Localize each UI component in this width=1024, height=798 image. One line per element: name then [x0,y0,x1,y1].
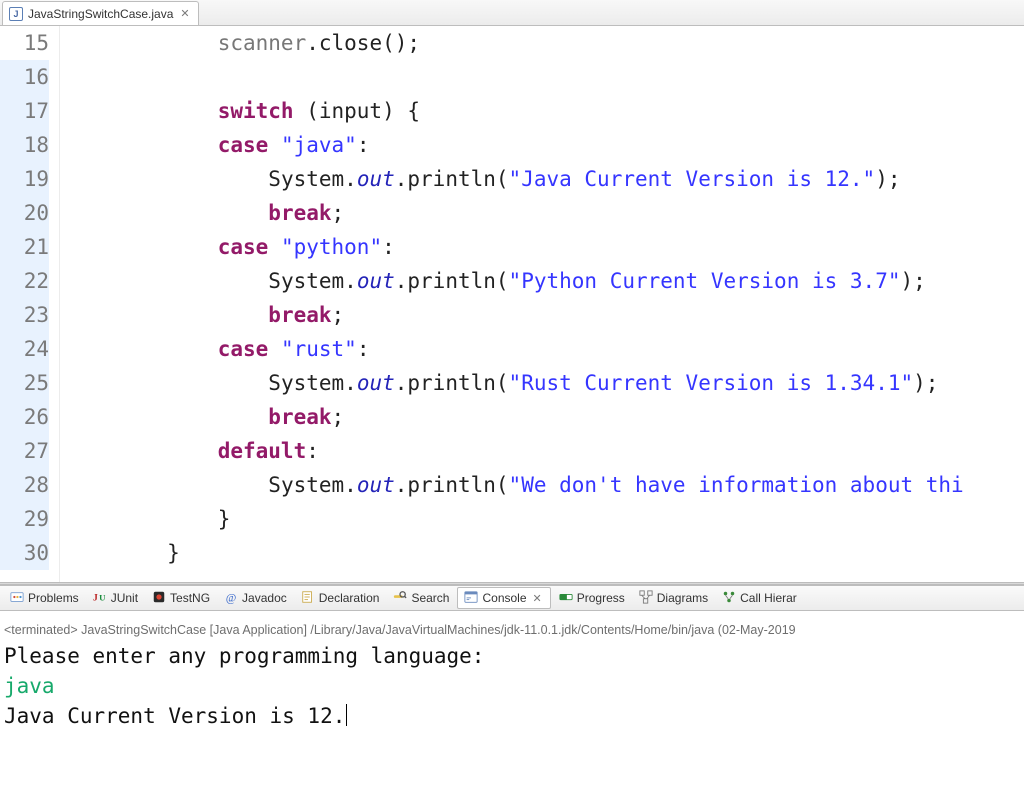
code-editor[interactable]: 15161718192021222324252627282930 scanner… [0,26,1024,582]
javadoc-icon: @ [224,590,238,607]
code-line[interactable] [66,60,1024,94]
view-tab-label: Console [482,591,526,605]
view-tab-junit[interactable]: JU JUnit [87,587,144,609]
code-line[interactable]: System.out.println("Rust Current Version… [66,366,1024,400]
callhierarchy-icon [722,590,736,607]
line-number: 21 [0,230,49,264]
progress-icon [559,590,573,607]
code-line[interactable]: System.out.println("Python Current Versi… [66,264,1024,298]
text-caret [346,704,347,726]
console-output[interactable]: Please enter any programming language:ja… [0,639,1024,733]
console-output-line: Java Current Version is 12. [4,701,1020,731]
console-output-line: Please enter any programming language: [4,641,1020,671]
view-tab-label: Call Hierar [740,591,797,605]
declaration-icon [301,590,315,607]
java-file-icon: J [9,7,23,21]
view-tab-problems[interactable]: Problems [4,587,85,609]
view-tab-label: JUnit [111,591,138,605]
editor-tabbar: J JavaStringSwitchCase.java ✕ [0,0,1024,26]
code-line[interactable]: break; [66,400,1024,434]
line-number: 26 [0,400,49,434]
line-number: 16 [0,60,49,94]
view-tab-label: Declaration [319,591,380,605]
code-line[interactable]: System.out.println("Java Current Version… [66,162,1024,196]
svg-text:J: J [93,592,98,603]
line-number: 25 [0,366,49,400]
console-view: <terminated> JavaStringSwitchCase [Java … [0,611,1024,733]
console-icon [464,590,478,607]
close-icon[interactable]: ✕ [531,592,544,605]
view-tab-label: Diagrams [657,591,708,605]
code-line[interactable]: case "rust": [66,332,1024,366]
problems-icon [10,590,24,607]
line-number: 19 [0,162,49,196]
svg-text:U: U [99,592,106,602]
views-tabbar: Problems JU JUnit TestNG @ Javadoc Declaration… [0,585,1024,611]
search-icon [393,590,407,607]
code-line[interactable]: } [66,536,1024,570]
diagrams-icon [639,590,653,607]
code-line[interactable]: case "java": [66,128,1024,162]
view-tab-declaration[interactable]: Declaration [295,587,386,609]
view-tab-testng[interactable]: TestNG [146,587,216,609]
line-number-gutter: 15161718192021222324252627282930 [0,26,60,582]
code-line[interactable]: default: [66,434,1024,468]
view-tab-label: Javadoc [242,591,287,605]
line-number: 29 [0,502,49,536]
code-line[interactable]: break; [66,298,1024,332]
close-icon[interactable]: ✕ [178,7,191,20]
line-number: 27 [0,434,49,468]
line-number: 15 [0,26,49,60]
view-tab-callhierarchy[interactable]: Call Hierar [716,587,803,609]
view-tab-label: Search [411,591,449,605]
code-line[interactable]: System.out.println("We don't have inform… [66,468,1024,502]
code-line[interactable]: } [66,502,1024,536]
code-line[interactable]: break; [66,196,1024,230]
editor-tab[interactable]: J JavaStringSwitchCase.java ✕ [2,1,199,25]
svg-text:@: @ [226,592,236,604]
editor-tab-filename: JavaStringSwitchCase.java [28,7,173,21]
code-line[interactable]: scanner.close(); [66,26,1024,60]
view-tab-label: Problems [28,591,79,605]
line-number: 18 [0,128,49,162]
line-number: 28 [0,468,49,502]
view-tab-search[interactable]: Search [387,587,455,609]
code-line[interactable]: switch (input) { [66,94,1024,128]
junit-icon: JU [93,590,107,607]
line-number: 30 [0,536,49,570]
view-tab-diagrams[interactable]: Diagrams [633,587,714,609]
line-number: 17 [0,94,49,128]
view-tab-progress[interactable]: Progress [553,587,631,609]
view-tab-console[interactable]: Console ✕ [457,587,550,609]
view-tab-label: Progress [577,591,625,605]
view-tab-label: TestNG [170,591,210,605]
line-number: 22 [0,264,49,298]
line-number: 20 [0,196,49,230]
testng-icon [152,590,166,607]
view-tab-javadoc[interactable]: @ Javadoc [218,587,293,609]
code-content[interactable]: scanner.close(); switch (input) { case "… [60,26,1024,582]
line-number: 23 [0,298,49,332]
code-line[interactable]: case "python": [66,230,1024,264]
console-input-line: java [4,671,1020,701]
line-number: 24 [0,332,49,366]
console-process-header: <terminated> JavaStringSwitchCase [Java … [0,611,1024,639]
